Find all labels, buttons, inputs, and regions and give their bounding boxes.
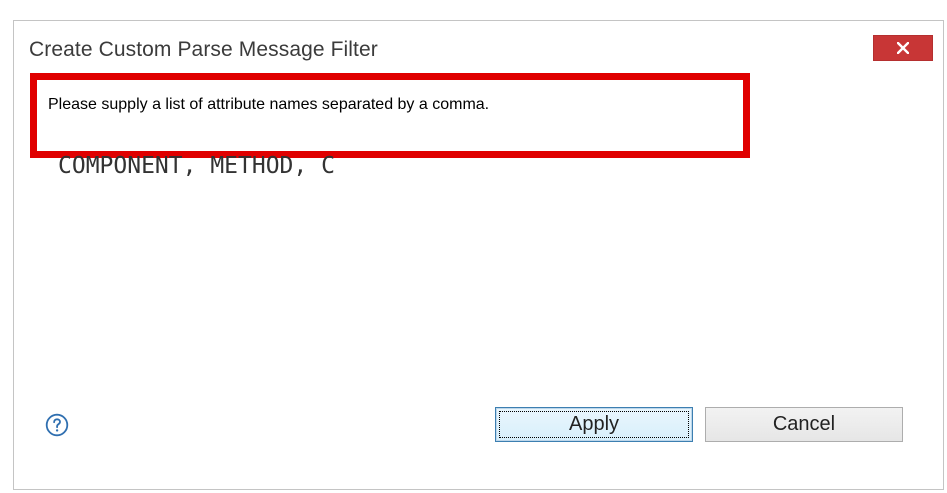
close-icon <box>897 42 909 54</box>
instruction-message: Please supply a list of attribute names … <box>48 96 490 113</box>
cancel-button[interactable]: Cancel <box>705 407 903 442</box>
close-button[interactable] <box>873 35 933 61</box>
dialog-titlebar[interactable]: Create Custom Parse Message Filter <box>14 21 943 79</box>
attribute-names-value: COMPONENT, METHOD, C <box>58 153 335 179</box>
help-icon[interactable] <box>45 413 69 437</box>
apply-button[interactable]: Apply <box>495 407 693 442</box>
attribute-names-input[interactable] <box>20 145 910 380</box>
dialog-title: Create Custom Parse Message Filter <box>29 38 378 61</box>
screen: Create Custom Parse Message Filter Pleas… <box>0 0 947 493</box>
